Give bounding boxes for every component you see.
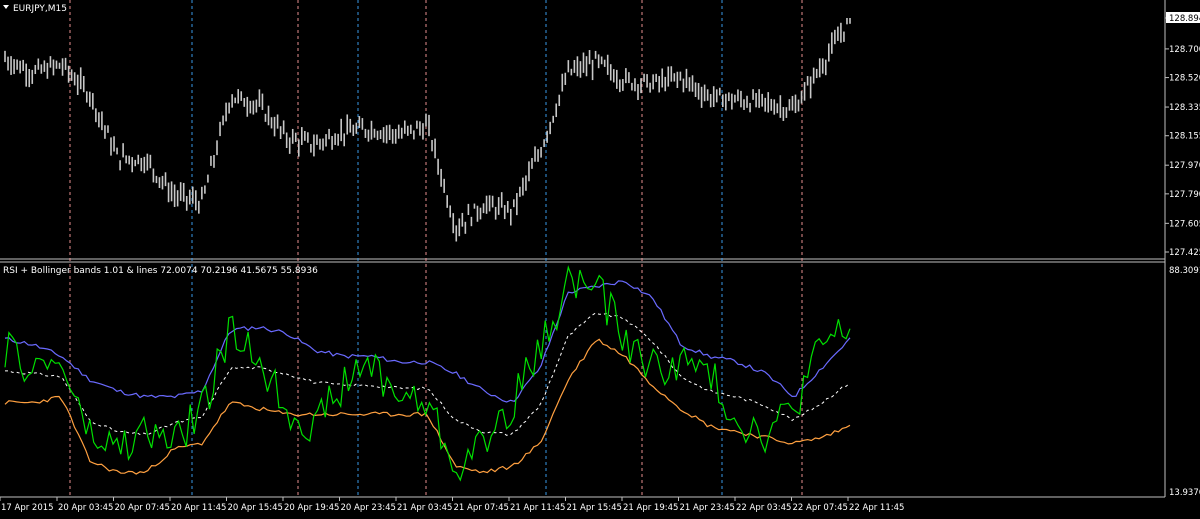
symbol-title: EURJPY,M15 <box>13 4 67 14</box>
time-tick-label: 17 Apr 2015 <box>1 503 54 513</box>
rsi-indicator <box>4 265 851 482</box>
time-tick-label: 20 Apr 03:45 <box>58 503 113 513</box>
time-tick-label: 20 Apr 19:45 <box>284 503 339 513</box>
price-tick-label: 128.155 <box>1169 132 1200 142</box>
indicator-axis-max: 88.3091 <box>1169 266 1200 276</box>
indicator-title: RSI + Bollinger bands 1.01 & lines 72.00… <box>3 266 318 276</box>
price-tick-label: 127.970 <box>1169 161 1200 171</box>
time-tick-label: 20 Apr 07:45 <box>115 503 170 513</box>
time-axis: 17 Apr 2015 20 Apr 03:45 20 Apr 07:45 20 Ap… <box>0 497 904 513</box>
price-tick-label: 127.790 <box>1169 190 1200 200</box>
time-tick-label: 20 Apr 11:45 <box>171 503 226 513</box>
time-tick-label: 22 Apr 07:45 <box>793 503 848 513</box>
price-tick-label: 128.520 <box>1169 74 1200 84</box>
time-tick-label: 20 Apr 23:45 <box>341 503 396 513</box>
chart-window[interactable]: 128.894 128.700 128.520 128.335 128.155 127.9… <box>0 0 1200 515</box>
triangle-down-icon[interactable] <box>3 5 9 9</box>
rsi-line <box>4 265 851 482</box>
price-axis: 128.894 128.700 128.520 128.335 128.155 127.9… <box>1165 12 1200 258</box>
current-price-label: 128.894 <box>1169 14 1200 24</box>
time-tick-label: 21 Apr 03:45 <box>397 503 452 513</box>
price-bars <box>4 18 851 242</box>
session-lines <box>69 0 803 497</box>
price-tick-label: 127.425 <box>1169 248 1200 258</box>
price-tick-label: 127.605 <box>1169 219 1200 229</box>
time-tick-label: 22 Apr 11:45 <box>849 503 904 513</box>
time-tick-label: 21 Apr 23:45 <box>680 503 735 513</box>
time-tick-label: 21 Apr 15:45 <box>567 503 622 513</box>
time-tick-label: 21 Apr 07:45 <box>454 503 509 513</box>
chart-canvas[interactable]: 128.894 128.700 128.520 128.335 128.155 127.9… <box>0 0 1200 515</box>
time-tick-label: 21 Apr 11:45 <box>510 503 565 513</box>
indicator-axis-min: 13.9376 <box>1169 488 1200 498</box>
price-tick-label: 128.335 <box>1169 103 1200 113</box>
time-tick-label: 22 Apr 03:45 <box>736 503 791 513</box>
upper-band-line <box>4 280 851 403</box>
price-tick-label: 128.700 <box>1169 45 1200 55</box>
time-tick-label: 21 Apr 19:45 <box>623 503 678 513</box>
time-tick-label: 20 Apr 15:45 <box>228 503 283 513</box>
